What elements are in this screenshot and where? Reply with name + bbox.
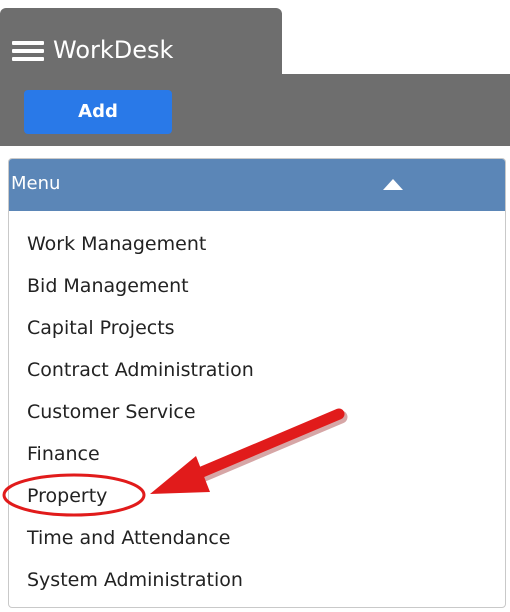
menu-item-work-management[interactable]: Work Management [27, 231, 254, 273]
menu-item-system-administration[interactable]: System Administration [27, 567, 254, 609]
menu-header[interactable]: Menu [9, 159, 505, 211]
menu-item-bid-management[interactable]: Bid Management [27, 273, 254, 315]
menu-list: Work Management Bid Management Capital P… [27, 231, 254, 609]
add-button[interactable]: Add [24, 90, 172, 134]
workdesk-app: WorkDesk Add Menu Work Management Bid Ma… [0, 0, 510, 612]
menu-item-contract-administration[interactable]: Contract Administration [27, 357, 254, 399]
menu-item-finance[interactable]: Finance [27, 441, 254, 483]
menu-item-customer-service[interactable]: Customer Service [27, 399, 254, 441]
caret-up-icon[interactable] [383, 179, 403, 190]
workdesk-tab[interactable]: WorkDesk [0, 8, 282, 74]
menu-item-time-and-attendance[interactable]: Time and Attendance [27, 525, 254, 567]
menu-panel: Menu Work Management Bid Management Capi… [8, 158, 506, 608]
menu-item-property[interactable]: Property [27, 483, 254, 525]
menu-header-label: Menu [11, 173, 61, 194]
app-title: WorkDesk [53, 36, 174, 64]
menu-item-capital-projects[interactable]: Capital Projects [27, 315, 254, 357]
hamburger-menu-icon[interactable] [12, 40, 44, 62]
